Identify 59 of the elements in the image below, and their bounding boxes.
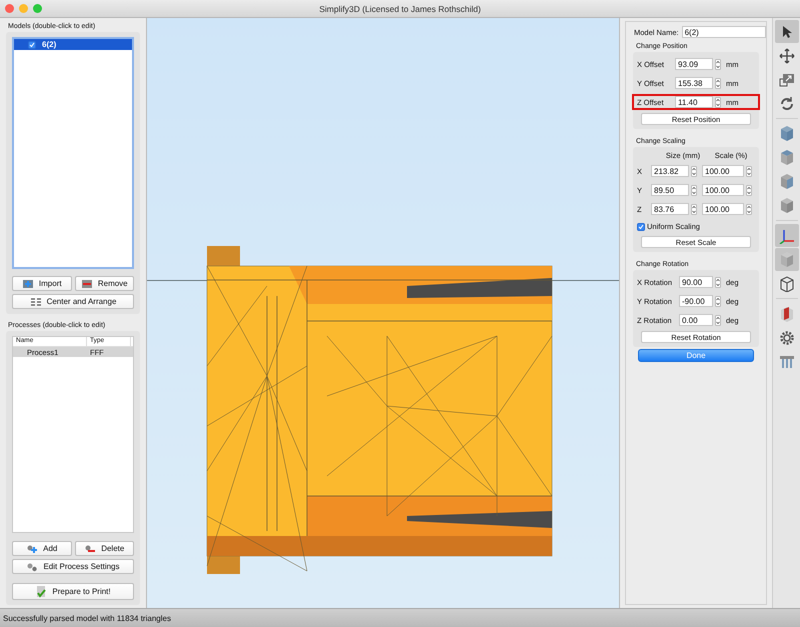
import-button[interactable]: Import <box>12 276 72 291</box>
delete-button[interactable]: Delete <box>74 541 134 556</box>
stepper[interactable] <box>691 166 697 176</box>
settings-icon <box>778 330 794 346</box>
rotate-icon <box>778 96 794 112</box>
offset-field[interactable]: 155.38 <box>675 77 713 89</box>
add-button[interactable]: Add <box>12 541 72 556</box>
stepper[interactable] <box>746 184 752 196</box>
cube-icon <box>778 125 794 142</box>
cube-minus-icon <box>80 278 93 288</box>
prepare-to-print-button[interactable]: Prepare to Print! <box>12 583 134 600</box>
cube-icon <box>778 149 794 166</box>
size-field[interactable]: 213.82 <box>651 165 689 177</box>
edit-settings-button[interactable]: Edit Process Settings <box>12 559 134 574</box>
stepper[interactable] <box>746 166 752 176</box>
resize-icon <box>778 72 794 86</box>
stepper[interactable] <box>746 204 752 214</box>
arrange-button[interactable]: Center and Arrange <box>12 294 134 309</box>
stepper[interactable] <box>691 204 697 214</box>
stepper[interactable] <box>715 276 721 288</box>
stepper[interactable] <box>715 314 721 326</box>
move-arrows-icon <box>778 48 794 64</box>
toolbar-button[interactable] <box>774 20 798 43</box>
size-field[interactable]: 89.50 <box>651 184 689 196</box>
section-cube-icon <box>778 306 794 322</box>
wireframe-cube-icon <box>778 276 794 292</box>
supports-icon <box>778 354 794 368</box>
scale-field[interactable]: 100.00 <box>702 203 744 215</box>
gears-icon <box>26 562 38 572</box>
scale-field[interactable]: 100.00 <box>702 165 744 177</box>
3d-viewport[interactable] <box>146 18 620 608</box>
status-bar: Successfully parsed model with 11834 triangles <box>0 608 800 627</box>
rotation-field[interactable]: 0.00 <box>679 314 713 326</box>
offset-field[interactable]: 11.40 <box>675 96 713 108</box>
cube-plus-icon <box>22 278 34 288</box>
size-field[interactable]: 83.76 <box>651 203 689 215</box>
clipboard-check-icon <box>35 585 48 598</box>
axes-icon <box>778 228 794 244</box>
gears-plus-icon <box>26 544 38 554</box>
offset-field[interactable]: 93.09 <box>675 58 713 70</box>
model-item[interactable]: 6(2) <box>14 39 132 50</box>
rotation-field[interactable]: -90.00 <box>679 295 713 307</box>
stepper[interactable] <box>715 78 721 88</box>
stepper[interactable] <box>715 58 721 70</box>
window-title: Simplify3D (Licensed to James Rothschild) <box>319 4 481 14</box>
pointer-icon <box>780 24 792 38</box>
checkbox[interactable] <box>637 222 645 230</box>
remove-button[interactable]: Remove <box>74 276 134 291</box>
gears-minus-icon <box>84 544 96 554</box>
stepper[interactable] <box>715 296 721 306</box>
stepper[interactable] <box>715 96 721 108</box>
arrange-icon <box>30 296 42 306</box>
model-name-field[interactable]: 6(2) <box>682 26 766 38</box>
cube-icon <box>778 197 794 214</box>
stepper[interactable] <box>691 184 697 196</box>
checkbox[interactable] <box>28 40 36 48</box>
cube-icon <box>778 173 794 190</box>
rotation-field[interactable]: 90.00 <box>679 276 713 288</box>
scale-field[interactable]: 100.00 <box>702 184 744 196</box>
